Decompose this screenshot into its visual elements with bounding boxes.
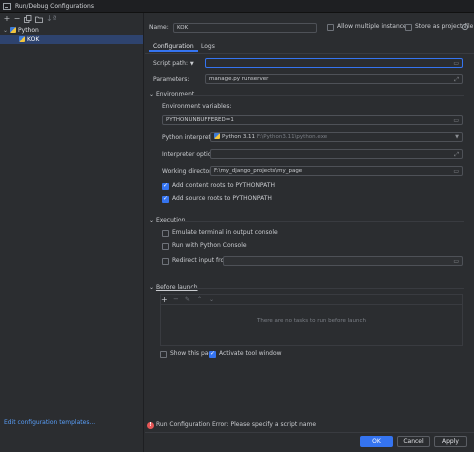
window-title: Run/Debug Configurations <box>15 3 94 10</box>
activate-tool-window-label: Activate tool window <box>219 350 282 357</box>
chevron-down-icon: ⌄ <box>149 217 155 224</box>
before-launch-toolbar: + − ✎ ⌃ ⌄ <box>161 295 462 305</box>
tree-item-label: KOK <box>27 36 40 43</box>
sort-icon[interactable]: ↓ª <box>46 15 56 23</box>
workdir-input[interactable]: F:\my_django_projects\my_page ▭ <box>210 166 463 176</box>
remove-icon[interactable]: − <box>13 15 21 23</box>
add-icon[interactable]: + <box>3 15 11 23</box>
settings-gear-icon[interactable] <box>461 23 469 31</box>
source-roots-label: Add source roots to PYTHONPATH <box>172 195 272 202</box>
allow-multiple-checkbox[interactable] <box>327 24 334 31</box>
error-message: Run Configuration Error: Please specify … <box>156 421 317 428</box>
copy-icon[interactable] <box>24 15 32 23</box>
tree-group-python[interactable]: ⌄ Python <box>0 26 143 35</box>
config-tree-panel <box>0 13 144 452</box>
folder-icon[interactable]: ▭ <box>453 258 459 265</box>
chevron-down-icon: ⌄ <box>3 27 9 34</box>
tree-group-label: Python <box>18 27 39 34</box>
add-task-icon[interactable]: + <box>161 295 168 304</box>
workdir-label: Working directory: <box>162 168 217 175</box>
content-roots-label: Add content roots to PYTHONPATH <box>172 182 275 189</box>
emulate-terminal-checkbox[interactable] <box>162 230 169 237</box>
remove-task-icon[interactable]: − <box>173 295 179 304</box>
dropdown-arrow-icon: ▼ <box>189 61 194 67</box>
tree-item-kok[interactable]: KOK <box>0 35 143 44</box>
run-with-console-label: Run with Python Console <box>172 242 247 249</box>
folder-icon[interactable] <box>35 15 43 23</box>
tab-configuration[interactable]: Configuration <box>149 41 198 52</box>
content-roots-checkbox[interactable] <box>162 182 169 190</box>
interpreter-select[interactable]: Python 3.11 F:\Python3.11\python.exe ▼ <box>210 132 463 142</box>
edit-list-icon[interactable]: ▭ <box>453 117 459 124</box>
expand-icon[interactable]: ⤢ <box>454 151 459 158</box>
store-project-file-checkbox[interactable] <box>405 24 412 31</box>
folder-icon[interactable]: ▭ <box>453 60 459 67</box>
chevron-down-icon: ⌄ <box>149 284 155 291</box>
name-label: Name: <box>149 24 169 31</box>
error-icon: ! <box>147 422 154 429</box>
app-logo-icon <box>3 3 11 10</box>
parameters-label: Parameters: <box>153 76 190 83</box>
move-down-icon[interactable]: ⌄ <box>209 295 214 304</box>
emulate-terminal-label: Emulate terminal in output console <box>172 229 278 236</box>
chevron-down-icon: ▼ <box>455 134 459 140</box>
script-path-input[interactable]: ▭ <box>205 58 463 68</box>
expand-icon[interactable]: ⤢ <box>454 76 459 83</box>
ok-button[interactable]: OK <box>360 436 393 447</box>
script-path-label[interactable]: Script path: ▼ <box>153 60 194 68</box>
interp-options-input[interactable]: ⤢ <box>210 149 463 159</box>
activate-tool-window-checkbox[interactable] <box>209 350 216 358</box>
move-up-icon[interactable]: ⌃ <box>197 295 202 304</box>
python-icon <box>10 27 17 33</box>
no-tasks-text: There are no tasks to run before launch <box>256 318 366 324</box>
apply-button[interactable]: Apply <box>434 436 467 447</box>
edit-templates-link[interactable]: Edit configuration templates... <box>4 419 95 426</box>
environment-divider <box>182 95 464 96</box>
folder-icon[interactable]: ▭ <box>453 168 459 175</box>
edit-task-icon[interactable]: ✎ <box>185 295 190 304</box>
tab-logs[interactable]: Logs <box>197 41 219 52</box>
execution-divider <box>178 221 464 222</box>
source-roots-checkbox[interactable] <box>162 195 169 203</box>
footer-divider <box>145 432 474 433</box>
run-with-console-checkbox[interactable] <box>162 243 169 250</box>
python-icon <box>214 133 220 139</box>
parameters-input[interactable]: manage.py runserver ⤢ <box>205 74 463 84</box>
redirect-input-checkbox[interactable] <box>162 258 169 265</box>
cancel-button[interactable]: Cancel <box>397 436 430 447</box>
chevron-down-icon: ⌄ <box>149 91 155 98</box>
allow-multiple-label: Allow multiple instances <box>337 23 410 30</box>
python-icon <box>19 36 25 42</box>
tabs-divider <box>145 53 474 54</box>
redirect-input-field[interactable]: ▭ <box>223 256 463 266</box>
name-field[interactable]: KOK <box>173 23 317 33</box>
show-this-page-checkbox[interactable] <box>160 351 167 358</box>
before-launch-divider <box>190 288 464 289</box>
env-vars-label: Environment variables: <box>162 103 232 110</box>
env-vars-input[interactable]: PYTHONUNBUFFERED=1 ▭ <box>162 115 463 125</box>
title-bar: Run/Debug Configurations <box>0 0 474 13</box>
